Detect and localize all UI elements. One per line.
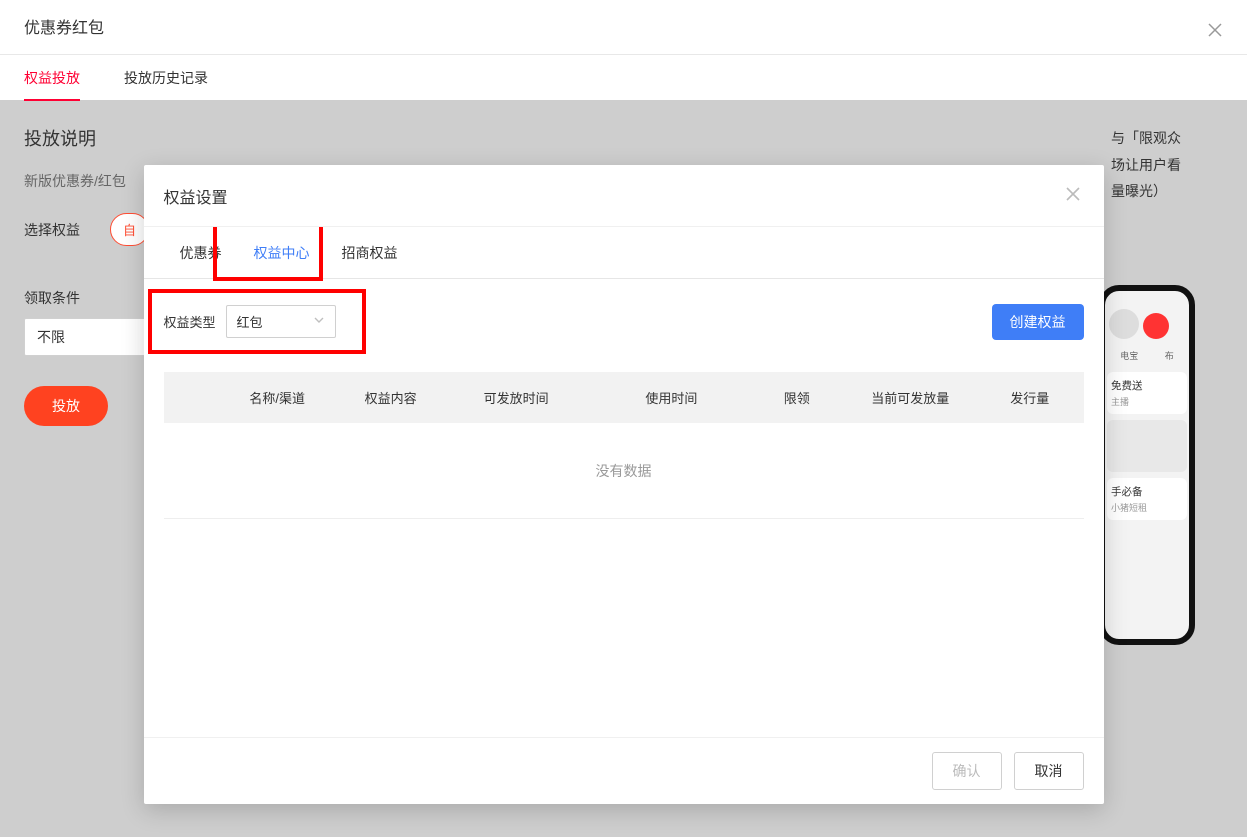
col-checkbox xyxy=(164,388,212,407)
col-issued: 发行量 xyxy=(976,388,1084,407)
modal-title: 权益设置 xyxy=(164,184,228,208)
cancel-button[interactable]: 取消 xyxy=(1014,752,1084,790)
col-releasetime: 可发放时间 xyxy=(438,388,593,407)
close-icon[interactable] xyxy=(1207,22,1223,42)
col-usetime: 使用时间 xyxy=(594,388,749,407)
col-available: 当前可发放量 xyxy=(845,388,976,407)
col-name: 名称/渠道 xyxy=(212,388,343,407)
table-empty: 没有数据 xyxy=(164,423,1084,519)
benefit-type-value: 红包 xyxy=(237,312,263,331)
modal-tab-coupon[interactable]: 优惠券 xyxy=(164,227,238,279)
benefit-type-select[interactable]: 红包 xyxy=(226,305,336,338)
modal-tab-merchant[interactable]: 招商权益 xyxy=(326,227,414,279)
benefit-settings-modal: 权益设置 优惠券 权益中心 招商权益 xyxy=(144,165,1104,804)
chevron-down-icon xyxy=(313,314,325,329)
benefit-table: 名称/渠道 权益内容 可发放时间 使用时间 限领 当前可发放量 发行量 没有数据 xyxy=(164,372,1084,519)
create-benefit-button[interactable]: 创建权益 xyxy=(992,304,1084,340)
col-limit: 限领 xyxy=(749,388,845,407)
modal-close-icon[interactable] xyxy=(1062,181,1084,210)
col-content: 权益内容 xyxy=(343,388,439,407)
modal-tab-benefit-center[interactable]: 权益中心 xyxy=(238,227,326,279)
confirm-button[interactable]: 确认 xyxy=(932,752,1002,790)
page-title: 优惠券红包 xyxy=(24,14,1223,54)
modal-mask: 权益设置 优惠券 权益中心 招商权益 xyxy=(0,55,1247,837)
benefit-type-label: 权益类型 xyxy=(164,312,216,331)
